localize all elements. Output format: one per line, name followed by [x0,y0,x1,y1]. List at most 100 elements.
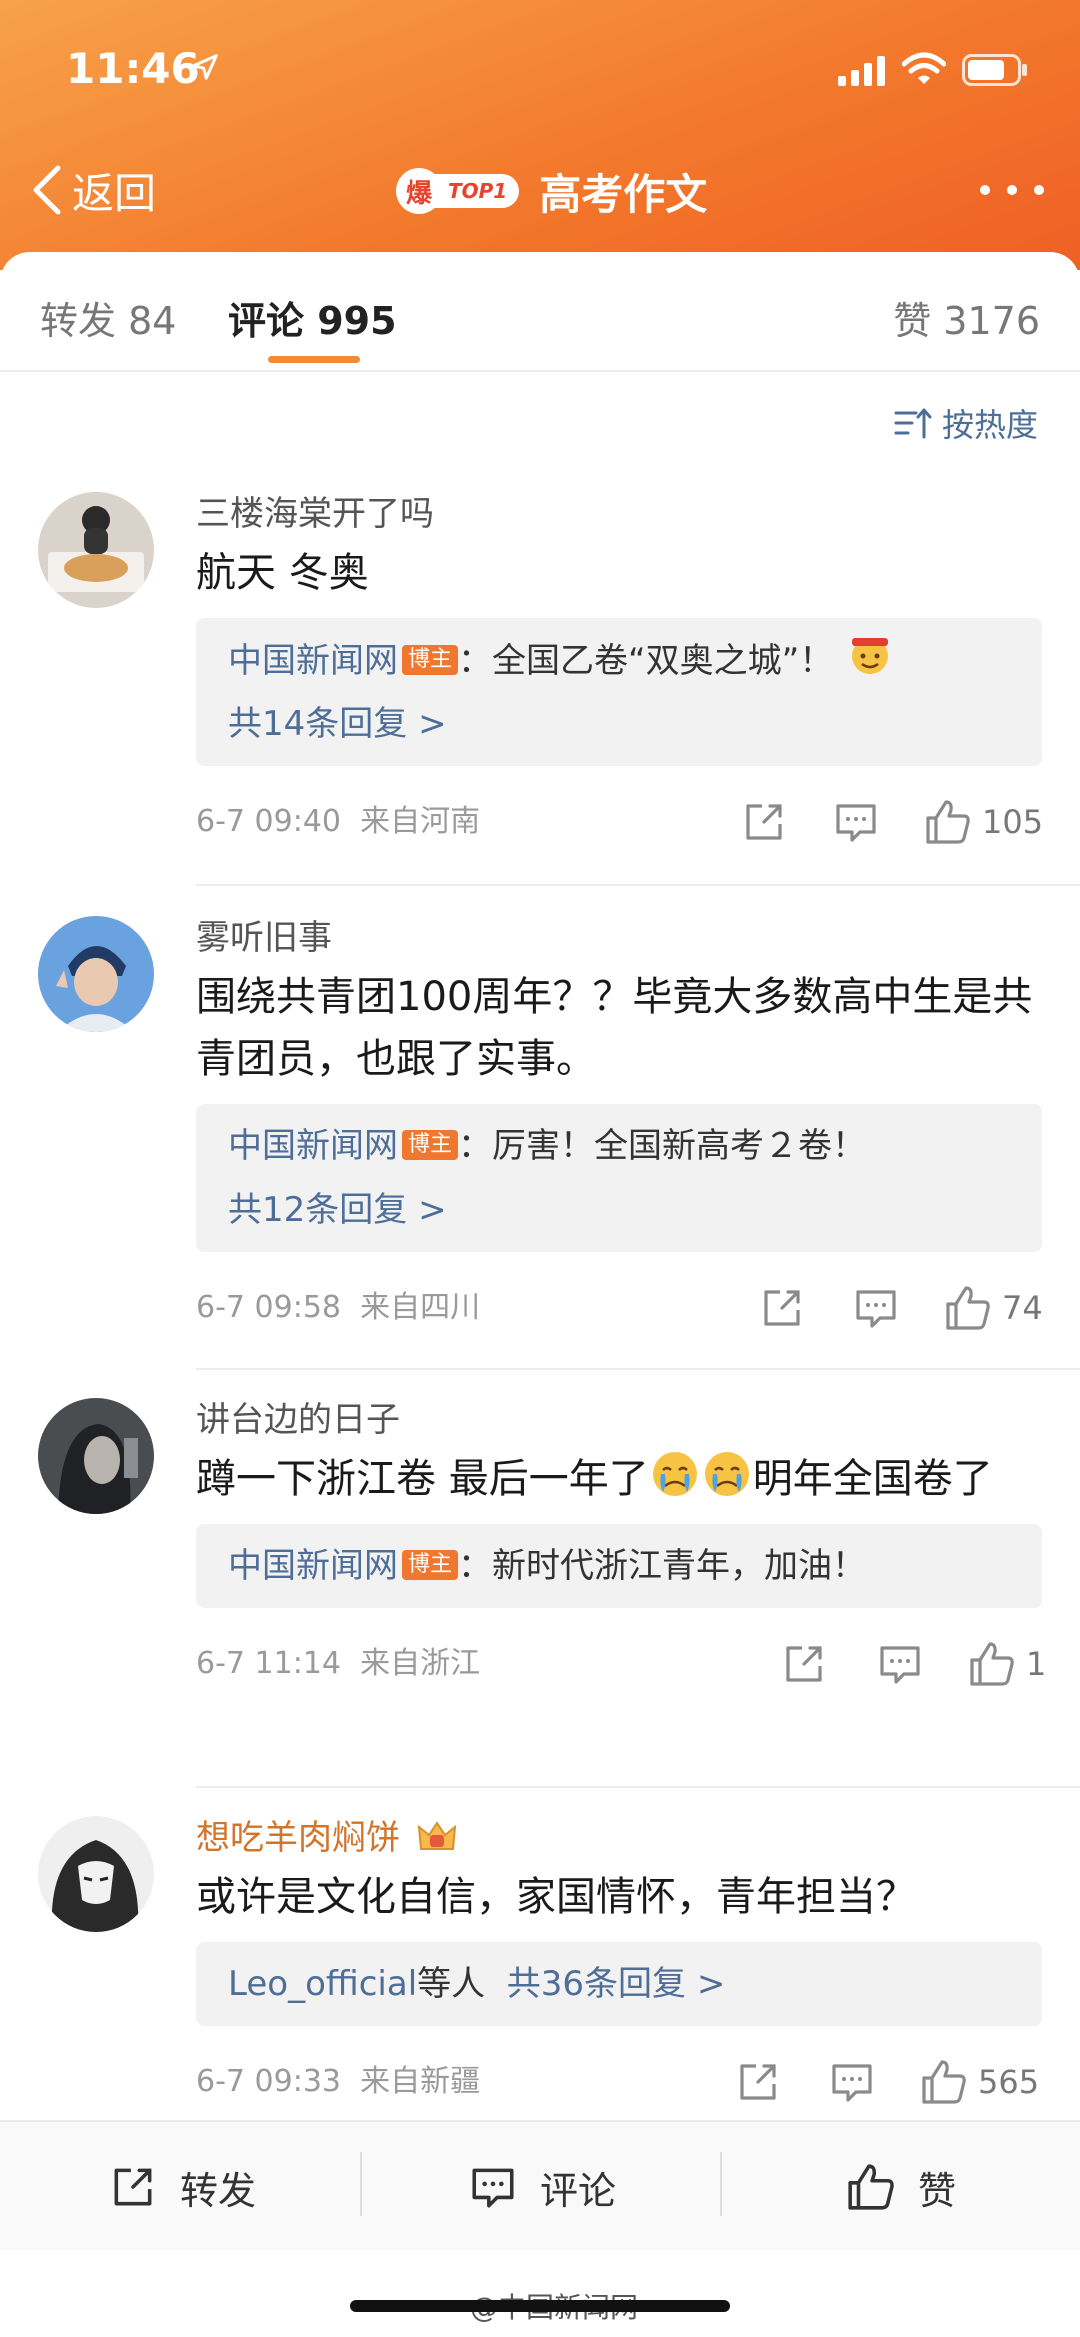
cellular-signal-icon [838,56,885,86]
reply-preview[interactable]: 中国新闻网 博主 ：厉害！全国新高考２卷！ 共12条回复 > [196,1104,1042,1252]
like-count: 565 [978,2063,1040,2101]
share-icon[interactable] [780,1640,828,1688]
like-button[interactable]: 赞 [846,2122,956,2252]
location-arrow-icon [192,54,218,80]
reply-text: ：全国乙卷“双奥之城”！ [458,641,834,681]
comment-text: 航天 冬奥 [196,550,369,596]
back-button[interactable]: 返回 [30,160,156,220]
comment-text: 围绕共青团100周年？？毕竟大多数高中生是共青团员，也跟了实事。 [196,974,1033,1082]
avatar-image [38,1398,154,1514]
comment-body: 三楼海棠开了吗 航天 冬奥 中国新闻网 博主 ：全国乙卷“双奥之城”！ 共14条回复… [196,492,1043,852]
reply-line: 中国新闻网 博主 ：全国乙卷“双奥之城”！ [228,628,1010,692]
toolbar-divider [360,2152,362,2216]
more-dot-icon [1007,185,1017,195]
avatar[interactable] [38,1398,154,1514]
comment-icon[interactable] [876,1640,924,1688]
comment-username: 想吃羊肉焖饼 [196,1816,1042,1860]
reply-line: Leo_official等人 共36条回复 > [228,1952,1010,2016]
comment-meta: 6-7 09:58 来自四川 74 [196,1278,1043,1338]
tab-bar: 转发 84 评论 995 赞 3176 [0,252,1080,372]
tab-comments[interactable]: 评论 995 [228,290,397,345]
sort-button[interactable]: 按热度 [894,400,1038,446]
reply-author[interactable]: 中国新闻网 [228,1546,398,1586]
comment-icon[interactable] [832,798,880,846]
comment-date: 6-7 09:40 [196,804,341,839]
sort-icon [894,408,932,439]
avatar-image [38,1816,154,1932]
home-indicator[interactable] [350,2300,730,2312]
reply-line: 中国新闻网 博主 ：新时代浙江青年，加油！ [228,1534,1010,1598]
comment-icon [472,2168,514,2208]
comment-location: 来自河南 [360,804,481,839]
like-count: 74 [1002,1289,1043,1327]
comment-button[interactable]: 评论 [468,2122,616,2252]
comment-divider [196,884,1080,886]
more-options-button[interactable] [980,170,1044,210]
share-icon[interactable] [758,1284,806,1332]
comment-meta-text: 6-7 11:14 来自浙江 [196,1634,480,1694]
comment-meta-text: 6-7 09:40 来自河南 [196,792,480,852]
crying-emoji-icon [704,1452,749,1496]
tab-likes[interactable]: 赞 3176 [893,290,1040,345]
reply-preview[interactable]: 中国新闻网 博主 ：全国乙卷“双奥之城”！ 共14条回复 > [196,618,1042,766]
like-icon[interactable] [944,1284,992,1332]
avatar-image [38,916,154,1032]
avatar[interactable] [38,492,154,608]
sort-label: 按热度 [941,406,1038,444]
reply-preview[interactable]: 中国新闻网 博主 ：新时代浙江青年，加油！ [196,1524,1042,1608]
reply-count-link[interactable]: 共36条回复 > [507,1964,726,2004]
repost-button[interactable]: 转发 [108,2122,256,2252]
reply-author[interactable]: Leo_official [228,1964,417,2004]
hot-badge-char: 爆 [396,168,442,214]
comment-date: 6-7 11:14 [196,1646,341,1681]
comment-label: 评论 [540,2168,617,2213]
toolbar-divider [720,2152,722,2216]
crying-emoji-icon [652,1452,697,1496]
title-group: 爆 TOP1 高考作文 [396,162,707,220]
comment-text-part: 蹲一下浙江卷 最后一年了 [196,1456,649,1502]
share-icon[interactable] [734,2058,782,2106]
reply-author[interactable]: 中国新闻网 [228,1126,398,1166]
comment-username[interactable]: 讲台边的日子 [196,1398,1042,1442]
status-time: 11:46 [66,44,200,93]
comment-body: 雾听旧事 围绕共青团100周年？？毕竟大多数高中生是共青团员，也跟了实事。 中国… [196,916,1043,1338]
hot-top1-badge: 爆 TOP1 [396,166,520,216]
reply-suffix: 等人 [417,1964,486,2004]
wifi-icon [902,52,946,84]
comment-icon[interactable] [828,2058,876,2106]
comment-text: 蹲一下浙江卷 最后一年了 明年全国卷了 [196,1448,1042,1510]
like-icon[interactable] [968,1640,1016,1688]
comment-username[interactable]: 雾听旧事 [196,916,1042,960]
chevron-left-icon [33,165,61,215]
comment-username[interactable]: 三楼海棠开了吗 [196,492,1042,536]
comment-meta-text: 6-7 09:58 来自四川 [196,1278,480,1338]
reply-author[interactable]: 中国新闻网 [228,641,398,681]
tab-repost[interactable]: 转发 84 [40,290,176,345]
battery-icon [962,54,1027,86]
bottom-toolbar: 转发 评论 赞 [0,2120,1080,2250]
salute-emoji-icon [852,638,889,674]
like-icon[interactable] [920,2058,968,2106]
comment-divider [196,1368,1080,1370]
nav-bar: 返回 爆 TOP1 高考作文 [0,140,1080,240]
reply-count-link[interactable]: 共12条回复 > [228,1178,1010,1242]
reply-preview[interactable]: Leo_official等人 共36条回复 > [196,1942,1042,2026]
like-count: 1 [1026,1645,1047,1683]
comment-date: 6-7 09:58 [196,1290,341,1325]
avatar[interactable] [38,1816,154,1932]
reply-count-link[interactable]: 共14条回复 > [228,692,1010,756]
like-label: 赞 [918,2168,957,2213]
like-icon[interactable] [924,798,972,846]
comments-panel: 转发 84 评论 995 赞 3176 按热度 三楼海棠开了吗 航天 冬奥 中国… [0,252,1080,2337]
comment-icon[interactable] [852,1284,900,1332]
reply-text: ：厉害！全国新高考２卷！ [458,1126,867,1166]
comment-username-text[interactable]: 想吃羊肉焖饼 [196,1818,400,1858]
page-title: 高考作文 [539,169,708,219]
author-badge: 博主 [402,645,459,675]
repost-label: 转发 [180,2168,257,2213]
avatar[interactable] [38,916,154,1032]
more-dot-icon [980,185,990,195]
share-icon[interactable] [740,798,788,846]
top1-label: TOP1 [430,174,520,208]
reply-text: ：新时代浙江青年，加油！ [458,1546,867,1586]
